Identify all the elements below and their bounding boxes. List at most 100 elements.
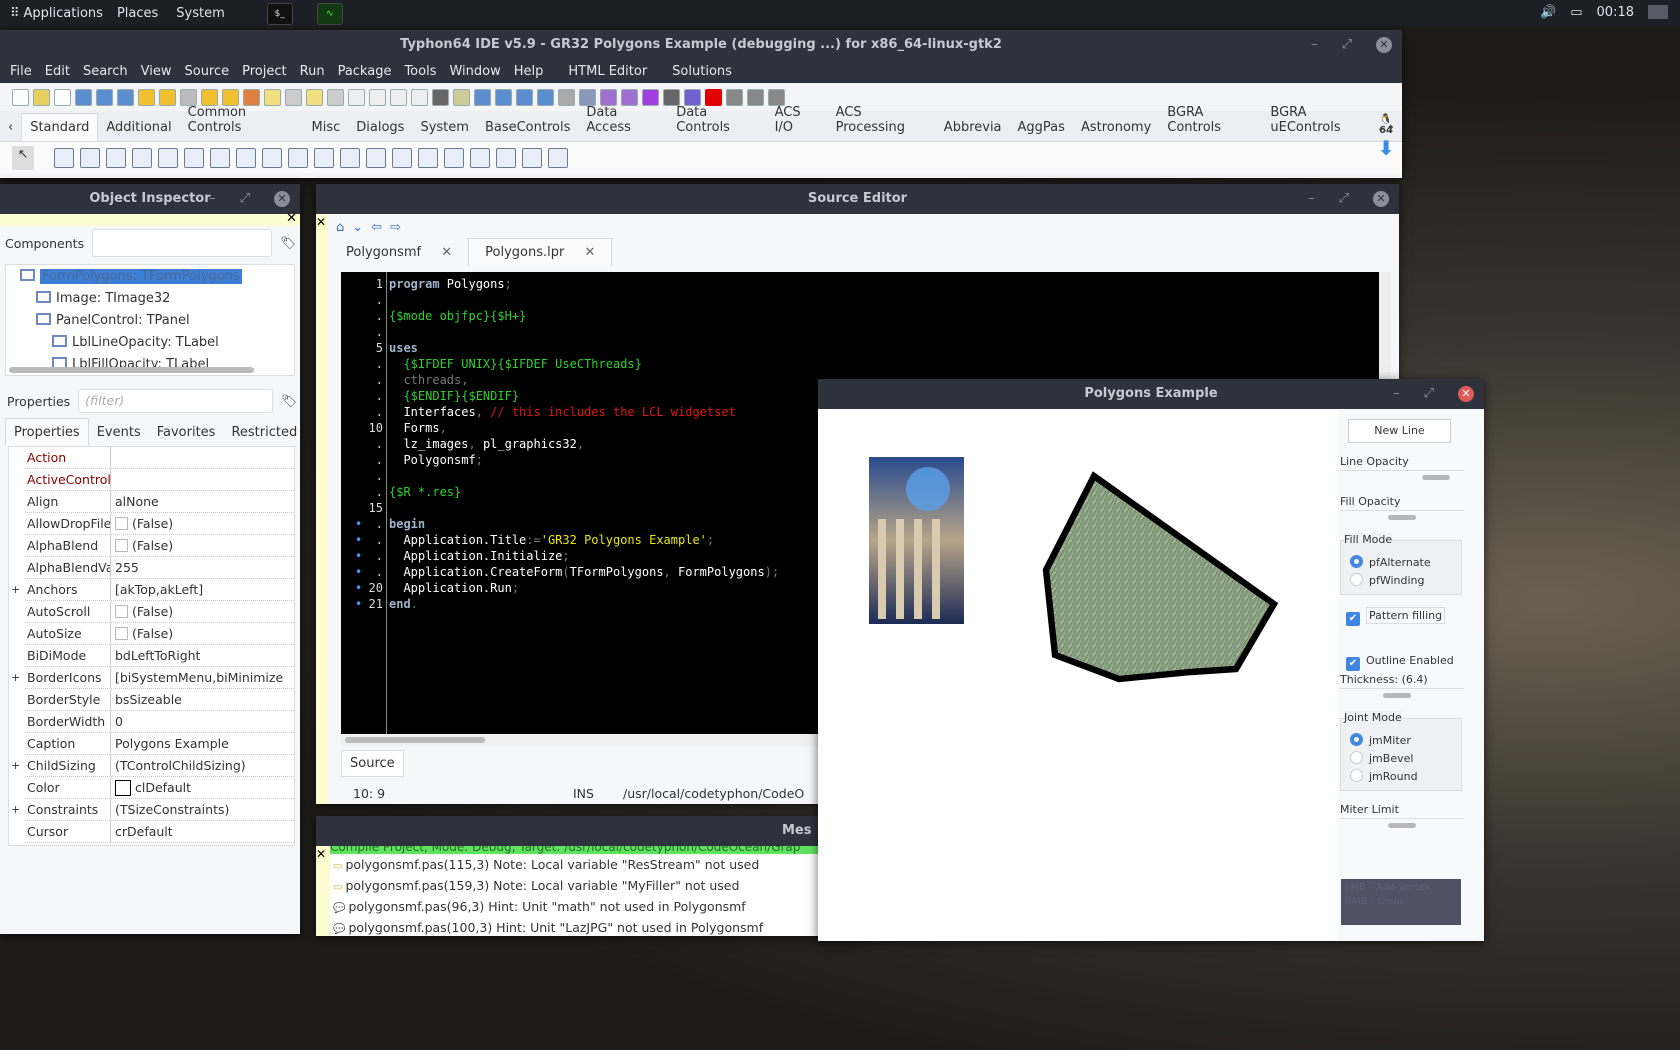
palette-tab-standard[interactable]: Standard	[21, 113, 99, 141]
palette-tab-astronomy[interactable]: Astronomy	[1073, 114, 1159, 141]
volume-icon[interactable]: 🔊	[1540, 5, 1556, 20]
property-row[interactable]: AlphaBlendValue 255	[25, 557, 294, 579]
property-row[interactable]: AllowDropFiles (False)	[25, 513, 294, 535]
property-value[interactable]: (False)	[111, 623, 173, 644]
clock[interactable]: 00:18	[1597, 5, 1634, 20]
source-tab[interactable]: Source	[341, 750, 404, 777]
close-dock-icon[interactable]: ✕	[286, 211, 297, 226]
toolbar-button-icon[interactable]	[411, 88, 428, 106]
checkbox-icon[interactable]	[115, 605, 128, 618]
component-icon[interactable]	[236, 147, 256, 168]
toolbar-button-icon[interactable]	[348, 88, 365, 106]
pointer-tool-icon[interactable]: ↖	[12, 145, 34, 170]
toolbar-button-icon[interactable]	[138, 88, 155, 106]
close-button[interactable]: ✕	[274, 191, 290, 207]
minimize-button[interactable]: –	[1393, 379, 1400, 409]
component-icon[interactable]	[262, 147, 282, 168]
property-row[interactable]: AlphaBlend (False)	[25, 535, 294, 557]
close-button[interactable]: ✕	[1373, 191, 1389, 207]
palette-tab-acs-processing[interactable]: ACS Processing	[828, 99, 936, 141]
menu-help[interactable]: Help	[514, 64, 544, 79]
component-icon[interactable]	[314, 147, 334, 168]
close-dock-icon[interactable]: ✕	[316, 215, 326, 229]
property-row[interactable]: + ChildSizing (TControlChildSizing)	[11, 755, 294, 777]
inspector-tab-properties[interactable]: Properties	[5, 418, 89, 446]
menu-system[interactable]: System	[176, 6, 224, 21]
checkbox-icon[interactable]	[115, 627, 128, 640]
message-item[interactable]: 💬 polygonsmf.pas(96,3) Hint: Unit "math" …	[330, 896, 860, 917]
checkbox-icon[interactable]	[115, 539, 128, 552]
menu-window[interactable]: Window	[449, 64, 500, 79]
maximize-button[interactable]: ⤢	[1342, 30, 1352, 60]
component-icon[interactable]	[80, 147, 100, 168]
property-row[interactable]: Color clDefault	[25, 777, 294, 799]
property-row[interactable]: + Constraints (TSizeConstraints)	[11, 799, 294, 821]
filter-tag-icon[interactable]: 🏷	[281, 393, 297, 409]
component-tree[interactable]: FormPolygons: TFormPolygons Image: TImage…	[5, 264, 295, 376]
tree-hscrollbar[interactable]	[9, 367, 254, 373]
property-value[interactable]: crDefault	[111, 821, 173, 842]
palette-tab-bgra-controls[interactable]: BGRA Controls	[1159, 99, 1262, 141]
property-row[interactable]: + BorderIcons [biSystemMenu,biMinimize	[11, 667, 294, 689]
property-value[interactable]: Polygons Example	[111, 733, 229, 754]
toolbar-button-icon[interactable]	[54, 88, 71, 106]
code-text[interactable]: ​program Polygons;​​{$mode objfpc}{$H+}​…	[389, 276, 779, 612]
properties-filter-input[interactable]: (filter)	[78, 389, 274, 413]
thickness-slider[interactable]	[1383, 693, 1412, 698]
toolbar-button-icon[interactable]	[75, 88, 92, 106]
breakpoint-dot-icon[interactable]: •	[355, 548, 362, 564]
palette-scroll-left-icon[interactable]: ‹	[0, 114, 21, 141]
inspector-tab-restricted[interactable]: Restricted	[223, 419, 305, 446]
property-value[interactable]: bsSizeable	[111, 689, 182, 710]
editor-tab[interactable]: Polygonsmf ✕	[330, 239, 468, 266]
property-row[interactable]: BorderWidth 0	[25, 711, 294, 733]
fill-opacity-slider[interactable]	[1388, 515, 1416, 520]
breakpoint-dot-icon[interactable]: •	[355, 532, 362, 548]
dropdown-icon[interactable]: ⌄	[352, 220, 363, 235]
inspector-tab-events[interactable]: Events	[89, 419, 149, 446]
toolbar-button-icon[interactable]	[96, 88, 113, 106]
display-icon[interactable]: ▭	[1570, 5, 1582, 20]
breakpoint-dot-icon[interactable]: •	[355, 596, 362, 612]
close-tab-icon[interactable]: ✕	[572, 239, 603, 266]
toolbar-button-icon[interactable]	[327, 88, 344, 106]
menu-project[interactable]: Project	[242, 64, 286, 79]
tree-node[interactable]: Image: TImage32	[36, 289, 170, 309]
menu-view[interactable]: View	[141, 64, 172, 79]
toolbar-button-icon[interactable]	[495, 88, 512, 106]
palette-tab-common-controls[interactable]: Common Controls	[180, 99, 304, 141]
expand-icon[interactable]: +	[11, 755, 20, 776]
inspector-tab-favorites[interactable]: Favorites	[149, 419, 224, 446]
property-value[interactable]: (TControlChildSizing)	[111, 755, 246, 776]
toolbar-button-icon[interactable]	[537, 88, 554, 106]
message-item[interactable]: 💬 polygonsmf.pas(100,3) Hint: Unit "LazJP…	[330, 917, 860, 936]
tree-node[interactable]: LblLineOpacity: TLabel	[52, 333, 219, 353]
checkbox-icon[interactable]	[115, 517, 128, 530]
component-icon[interactable]	[496, 147, 516, 168]
component-icon[interactable]	[184, 147, 204, 168]
close-button[interactable]: ✕	[1458, 386, 1474, 402]
component-icon[interactable]	[522, 147, 542, 168]
close-button[interactable]: ✕	[1376, 37, 1392, 53]
minimize-button[interactable]: –	[209, 184, 216, 214]
component-icon[interactable]	[366, 147, 386, 168]
radio-jmround[interactable]: jmRound	[1350, 769, 1418, 787]
tree-node[interactable]: PanelControl: TPanel	[36, 311, 190, 331]
component-icon[interactable]	[392, 147, 412, 168]
toolbar-button-icon[interactable]	[369, 88, 386, 106]
menu-source[interactable]: Source	[184, 64, 229, 79]
menu-applications[interactable]: Applications	[24, 6, 103, 21]
property-value[interactable]: (False)	[111, 601, 173, 622]
palette-tab-additional[interactable]: Additional	[98, 114, 179, 141]
terminal-task-icon[interactable]: $_	[266, 2, 293, 25]
maximize-button[interactable]: ⤢	[240, 184, 250, 214]
menu-search[interactable]: Search	[83, 64, 128, 79]
component-icon[interactable]	[132, 147, 152, 168]
property-value[interactable]: bdLeftToRight	[111, 645, 200, 666]
maximize-button[interactable]: ⤢	[1424, 379, 1434, 409]
toolbar-button-icon[interactable]	[474, 88, 491, 106]
new-line-button[interactable]: New Line	[1348, 419, 1451, 443]
property-row[interactable]: Action	[25, 447, 294, 469]
drawing-canvas[interactable]	[818, 409, 1338, 941]
close-dock-icon[interactable]: ✕	[316, 847, 326, 861]
